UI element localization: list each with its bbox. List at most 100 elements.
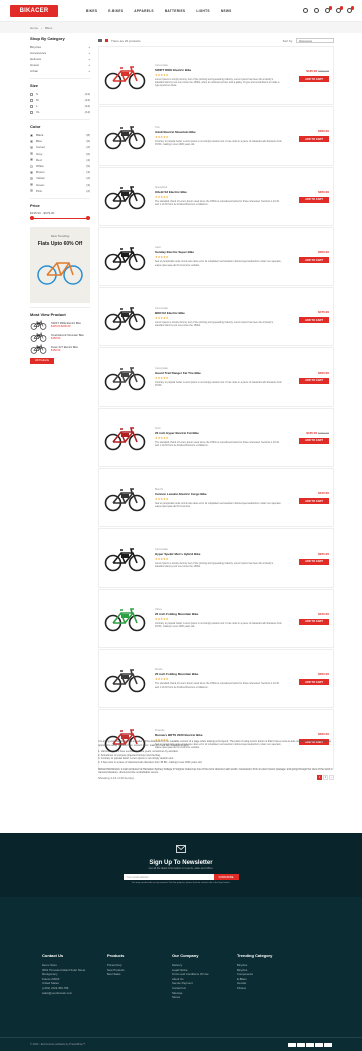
page-1[interactable]: 1 [317, 775, 322, 781]
expand-icon[interactable]: + [88, 51, 90, 55]
expand-icon[interactable]: + [88, 63, 90, 67]
price-slider[interactable] [30, 216, 90, 221]
nav-news[interactable]: NEWS [221, 9, 232, 13]
copyright: © 2024 - Ecommerce software by PrestaSho… [30, 1043, 86, 1046]
subscribe-button[interactable]: SUBSCRIBE [213, 874, 239, 880]
product-name[interactable]: Cannon Lewdon Electric Cargo Bike [155, 492, 283, 496]
promo-banner[interactable]: New Trending Flats Upto 60% Off [30, 226, 90, 303]
product-image[interactable] [103, 357, 147, 397]
cart-icon[interactable] [347, 6, 354, 13]
add-to-cart-button[interactable]: ADD TO CART [299, 257, 329, 264]
add-to-cart-button[interactable]: ADD TO CART [299, 679, 329, 686]
product-name[interactable]: Guard Trail Ranger Fat Tire Bike [155, 371, 283, 375]
add-to-cart-button[interactable]: ADD TO CART [299, 136, 329, 143]
footer-link[interactable]: Fitness [237, 986, 302, 991]
sort-select[interactable]: Relevance [296, 37, 334, 44]
product-image[interactable] [103, 237, 147, 277]
nav-apparels[interactable]: APPARELS [134, 9, 154, 13]
product-image[interactable] [103, 297, 147, 337]
product-name[interactable]: Runners BRTS 2020 Electric Bike [155, 733, 283, 737]
color-swatch[interactable] [30, 176, 33, 180]
color-option[interactable]: Pink (2) [30, 188, 90, 194]
product-image[interactable] [103, 116, 147, 156]
nav-batteries[interactable]: BATTERIES [165, 9, 186, 13]
product-name[interactable]: Adult Electric Mountain Bike [155, 130, 283, 134]
product-image[interactable] [103, 598, 147, 638]
product-image[interactable] [103, 176, 147, 216]
compare-icon[interactable] [325, 6, 332, 13]
footer-contact-line[interactable]: sales@yourdomain.com [42, 991, 107, 996]
product-name[interactable]: Sunday Electric Super Bike [155, 250, 283, 254]
size-checkbox[interactable] [30, 92, 33, 96]
add-to-cart-button[interactable]: ADD TO CART [299, 317, 329, 324]
add-to-cart-button[interactable]: ADD TO CART [299, 618, 329, 625]
newsletter-email-input[interactable]: Your email address [123, 874, 214, 880]
color-swatch[interactable] [30, 158, 33, 162]
all-products-button[interactable]: All Products [30, 357, 54, 364]
most-view-item[interactable]: Small Electric Mountain Bike $150.00 [30, 332, 90, 343]
grid-view-icon[interactable] [98, 38, 102, 43]
product-name[interactable]: Hyper Spektr Men's Hybrid Bike [155, 552, 283, 556]
product-name[interactable]: 20 inch Hyper Electric Fat Bike [155, 431, 283, 435]
search-icon[interactable] [303, 8, 308, 13]
breadcrumb-home[interactable]: Home [30, 26, 38, 30]
product-image[interactable] [103, 56, 147, 96]
most-view-item[interactable]: Duam 627 Electric Bike $150.00 [30, 344, 90, 355]
product-image[interactable] [103, 538, 147, 578]
product-name[interactable]: 20 inch Folding Mountain Bike [155, 612, 283, 616]
product-name[interactable]: BKR E2 Electric Bike [155, 311, 283, 315]
add-to-cart-button[interactable]: ADD TO CART [299, 498, 329, 505]
nav-ebikes[interactable]: E-BIKES [108, 9, 123, 13]
most-view-item[interactable]: SWIFT RIDE Electric Bike $135.00 $200.00 [30, 320, 90, 331]
add-to-cart-button[interactable]: ADD TO CART [299, 437, 329, 444]
expand-icon[interactable]: + [88, 45, 90, 49]
product-actions: $135.00$200.00 ADD TO CART [291, 69, 329, 83]
footer-link[interactable]: Stores [172, 995, 237, 1000]
most-view-thumb[interactable] [30, 331, 47, 343]
most-view-thumb[interactable] [30, 319, 47, 331]
logo[interactable]: BIKACER [10, 4, 58, 17]
product-info: Merida 20 inch Folding Mountain Bike ★★★★★… [147, 668, 291, 688]
product-image[interactable] [103, 659, 147, 699]
add-to-cart-button[interactable]: ADD TO CART [299, 377, 329, 384]
product-actions: $475.00 ADD TO CART [291, 310, 329, 324]
size-checkbox[interactable] [30, 104, 33, 108]
color-swatch[interactable] [30, 139, 33, 143]
expand-icon[interactable]: + [88, 57, 90, 61]
color-swatch[interactable] [30, 189, 33, 193]
add-to-cart-button[interactable]: ADD TO CART [299, 558, 329, 565]
color-swatch[interactable] [30, 145, 33, 149]
price-current: $350.00 [318, 370, 329, 375]
add-to-cart-button[interactable]: ADD TO CART [299, 76, 329, 83]
nav-bikes[interactable]: BIKES [86, 9, 97, 13]
page-next[interactable]: › [329, 775, 334, 781]
bike-image [104, 186, 146, 210]
footer-link[interactable]: Best Sales [107, 972, 172, 977]
product-image[interactable] [103, 478, 147, 518]
product-name[interactable]: SWIFT RIDE Electric Bike [155, 68, 283, 72]
color-swatch[interactable] [30, 183, 33, 187]
add-to-cart-button[interactable]: ADD TO CART [299, 196, 329, 203]
color-swatch[interactable] [30, 133, 33, 137]
product-image[interactable] [103, 417, 147, 457]
color-swatch[interactable] [30, 152, 33, 156]
product-name[interactable]: 20 inch Folding Mountain Bike [155, 672, 283, 676]
size-checkbox[interactable] [30, 110, 33, 114]
expand-icon[interactable]: + [88, 69, 90, 73]
color-swatch[interactable] [30, 164, 33, 168]
most-view-thumb[interactable] [30, 343, 47, 355]
user-icon[interactable] [314, 8, 319, 13]
color-swatch[interactable] [30, 170, 33, 174]
list-view-icon[interactable] [104, 38, 108, 43]
product-row: Orbea 20 inch Folding Mountain Bike ★★★★★ C… [98, 588, 334, 648]
product-name[interactable]: Gfield S3 Electric Bike [155, 190, 283, 194]
category-item[interactable]: Urban + [30, 68, 90, 74]
nav-lights[interactable]: LIGHTS [196, 9, 210, 13]
price-current: $150.00 [318, 611, 329, 616]
wishlist-icon[interactable] [336, 6, 343, 13]
size-checkbox[interactable] [30, 98, 33, 102]
product-row: Giant Sunday Electric Super Bike ★★★★★ Sed … [98, 226, 334, 287]
size-option[interactable]: XL (14) [30, 109, 90, 115]
page-2[interactable]: 2 [323, 775, 328, 781]
product-description: Contrary to popular belief, Lorem Ipsum … [155, 380, 282, 388]
